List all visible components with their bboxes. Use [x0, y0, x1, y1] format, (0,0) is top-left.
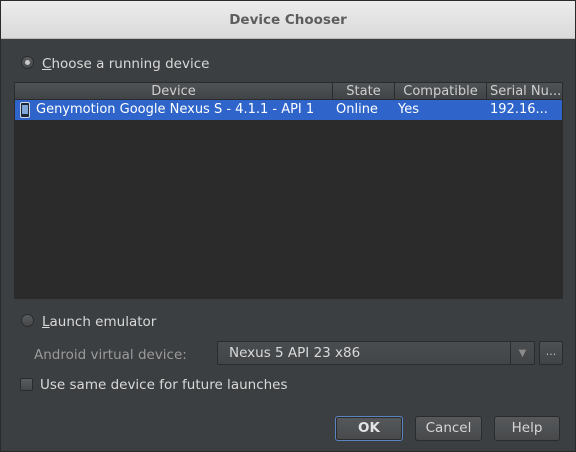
avd-value: Nexus 5 API 23 x86 — [229, 345, 361, 361]
device-chooser-dialog: Device Chooser Choose a running device D… — [0, 0, 576, 452]
column-header-compatible[interactable]: Compatible — [395, 83, 487, 100]
avd-combobox[interactable]: Nexus 5 API 23 x86 ▼ — [217, 341, 535, 365]
radio-selected-dot — [25, 60, 30, 65]
mnemonic-l: L — [42, 314, 50, 330]
cell-device: Genymotion Google Nexus S - 4.1.1 - API … — [36, 102, 315, 117]
running-device-radio[interactable] — [21, 56, 34, 69]
table-row[interactable]: Genymotion Google Nexus S - 4.1.1 - API … — [15, 100, 562, 120]
help-button[interactable]: Help — [494, 416, 560, 441]
ok-button[interactable]: OK — [335, 416, 403, 441]
title-bar: Device Chooser — [1, 1, 575, 39]
launch-emulator-label[interactable]: Launch emulator — [42, 314, 156, 330]
table-header: Device State Compatible Serial Nu... — [15, 83, 562, 100]
cell-compatible: Yes — [398, 102, 419, 117]
browse-avd-button[interactable]: ... — [539, 341, 563, 365]
running-device-label[interactable]: Choose a running device — [42, 56, 209, 72]
launch-emulator-radio[interactable] — [21, 314, 34, 327]
device-table[interactable]: Device State Compatible Serial Nu... Gen… — [14, 82, 563, 299]
launch-emulator-label-text: aunch emulator — [49, 314, 157, 330]
cell-serial: 192.16... — [490, 102, 548, 117]
chevron-down-icon[interactable]: ▼ — [510, 342, 534, 364]
avd-label: Android virtual device: — [34, 347, 187, 363]
reuse-device-label[interactable]: Use same device for future launches — [40, 377, 288, 393]
column-header-device[interactable]: Device — [15, 83, 333, 100]
cancel-button[interactable]: Cancel — [415, 416, 482, 441]
column-header-state[interactable]: State — [333, 83, 395, 100]
dialog-title: Device Chooser — [229, 11, 347, 28]
reuse-device-checkbox[interactable] — [20, 378, 33, 391]
phone-icon — [20, 102, 30, 118]
running-device-label-text: hoose a running device — [51, 56, 210, 72]
cell-state: Online — [336, 102, 378, 117]
column-header-serial[interactable]: Serial Nu... — [487, 83, 562, 100]
